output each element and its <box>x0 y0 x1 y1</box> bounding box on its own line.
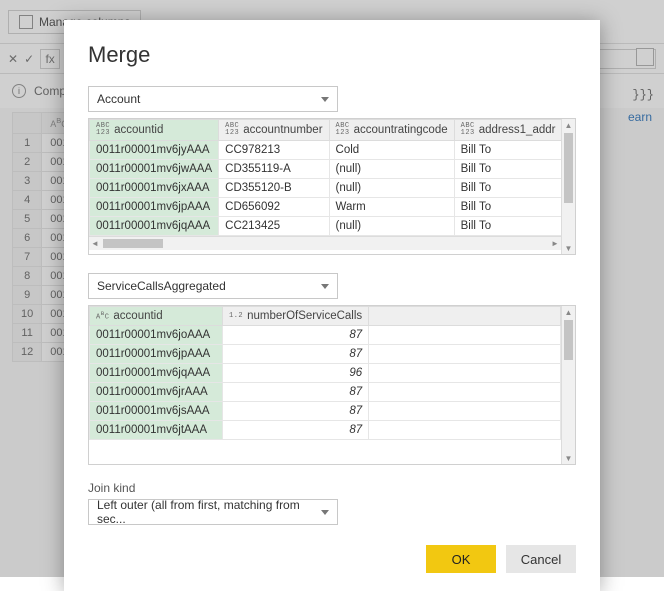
vertical-scrollbar[interactable]: ▲ ▼ <box>561 306 575 464</box>
table-row[interactable]: 0011r00001mv6jrAAA87 <box>90 383 561 402</box>
join-kind-value: Left outer (all from first, matching fro… <box>97 498 321 526</box>
chevron-down-icon <box>321 97 329 102</box>
table-row[interactable]: 0011r00001mv6joAAA87 <box>90 326 561 345</box>
type-any-icon: ABC123 <box>96 123 110 137</box>
table-row[interactable]: 0011r00001mv6jqAAACC213425(null)Bill To <box>90 217 562 236</box>
dialog-title: Merge <box>88 42 576 68</box>
source1-select[interactable]: Account <box>88 86 338 112</box>
type-number-icon: 1.2 <box>229 313 243 320</box>
table-row[interactable]: 0011r00001mv6jqAAA96 <box>90 364 561 383</box>
column-header[interactable]: ABC123accountnumber <box>219 120 329 141</box>
column-header[interactable]: ABC123accountid <box>90 120 219 141</box>
source2-select[interactable]: ServiceCallsAggregated <box>88 273 338 299</box>
table-row[interactable]: 0011r00001mv6jtAAA87 <box>90 421 561 440</box>
column-header[interactable]: 1.2numberOfServiceCalls <box>223 307 369 326</box>
source1-grid: ABC123accountid ABC123accountnumber ABC1… <box>88 118 576 255</box>
type-any-icon: ABC123 <box>225 123 239 137</box>
column-header[interactable]: ABCaccountid <box>90 307 223 326</box>
vertical-scrollbar[interactable]: ▲ ▼ <box>561 119 575 254</box>
cancel-button[interactable]: Cancel <box>506 545 576 573</box>
source1-value: Account <box>97 92 140 106</box>
merge-dialog: Merge Account ABC123accountid ABC123acco… <box>64 20 600 591</box>
type-any-icon: ABC123 <box>461 123 475 137</box>
source2-grid: ABCaccountid 1.2numberOfServiceCalls 001… <box>88 305 576 465</box>
table-row[interactable]: 0011r00001mv6jpAAACD656092WarmBill To <box>90 198 562 217</box>
column-header[interactable]: ABC123address1_addr <box>454 120 561 141</box>
join-kind-select[interactable]: Left outer (all from first, matching fro… <box>88 499 338 525</box>
table-row[interactable]: 0011r00001mv6jpAAA87 <box>90 345 561 364</box>
column-header[interactable]: ABC123accountratingcode <box>329 120 454 141</box>
type-text-icon: ABC <box>96 311 109 321</box>
ok-button[interactable]: OK <box>426 545 496 573</box>
chevron-down-icon <box>321 510 329 515</box>
modal-overlay: Merge Account ABC123accountid ABC123acco… <box>0 0 664 577</box>
source2-value: ServiceCallsAggregated <box>97 279 226 293</box>
table-row[interactable]: 0011r00001mv6jyAAACC978213ColdBill To <box>90 141 562 160</box>
chevron-down-icon <box>321 284 329 289</box>
join-kind-label: Join kind <box>88 481 576 495</box>
table-row[interactable]: 0011r00001mv6jsAAA87 <box>90 402 561 421</box>
table-row[interactable]: 0011r00001mv6jxAAACD355120-B(null)Bill T… <box>90 179 562 198</box>
horizontal-scrollbar[interactable]: ◄ ► <box>89 236 561 250</box>
type-any-icon: ABC123 <box>336 123 350 137</box>
column-spacer <box>369 307 561 326</box>
table-row[interactable]: 0011r00001mv6jwAAACD355119-A(null)Bill T… <box>90 160 562 179</box>
